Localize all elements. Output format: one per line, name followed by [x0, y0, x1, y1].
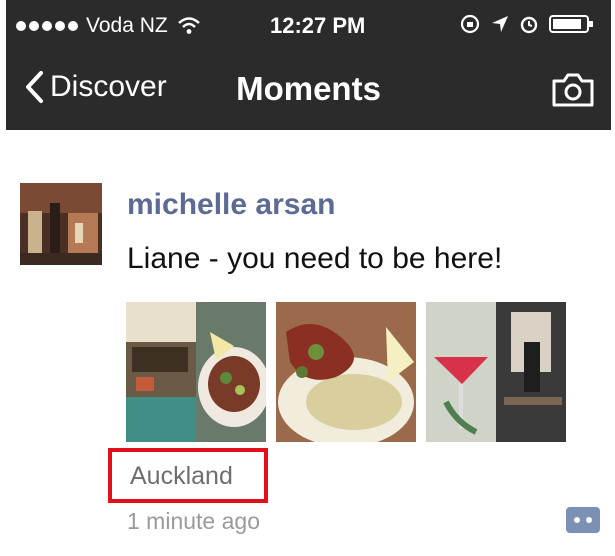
post-timestamp: 1 minute ago	[127, 508, 260, 534]
photo-food-dish	[276, 302, 416, 442]
status-time: 12:27 PM	[270, 13, 366, 38]
battery-icon	[549, 15, 593, 33]
location-highlight: Auckland	[108, 448, 268, 503]
location-label[interactable]: Auckland	[130, 462, 233, 491]
comment-icon[interactable]	[565, 506, 601, 534]
post-photo-2[interactable]	[276, 302, 416, 442]
post-photo-3[interactable]	[426, 302, 566, 442]
post-text: Liane - you need to be here!	[127, 242, 503, 275]
wifi-icon	[177, 17, 200, 34]
photo-restaurant-interior	[126, 302, 266, 442]
rotation-lock-icon	[460, 14, 480, 34]
avatar[interactable]	[20, 183, 102, 265]
photo-cocktail-bar	[426, 302, 566, 442]
carrier-name: Voda NZ	[86, 14, 168, 37]
moments-screen: Voda NZ 12:27 PM Discover Moments michel…	[0, 0, 615, 556]
camera-icon[interactable]	[551, 72, 595, 108]
location-arrow-icon	[492, 16, 508, 32]
page-title: Moments	[236, 70, 381, 107]
status-left: Voda NZ	[16, 14, 200, 38]
avatar-image	[20, 183, 102, 265]
alarm-icon	[520, 16, 538, 34]
status-right	[459, 13, 595, 35]
navigation-bar: Discover Moments	[6, 52, 611, 130]
author-name[interactable]: michelle arsan	[127, 188, 335, 222]
signal-strength-icon	[16, 21, 78, 31]
post-photo-1[interactable]	[126, 302, 266, 442]
status-bar: Voda NZ 12:27 PM	[6, 0, 611, 52]
